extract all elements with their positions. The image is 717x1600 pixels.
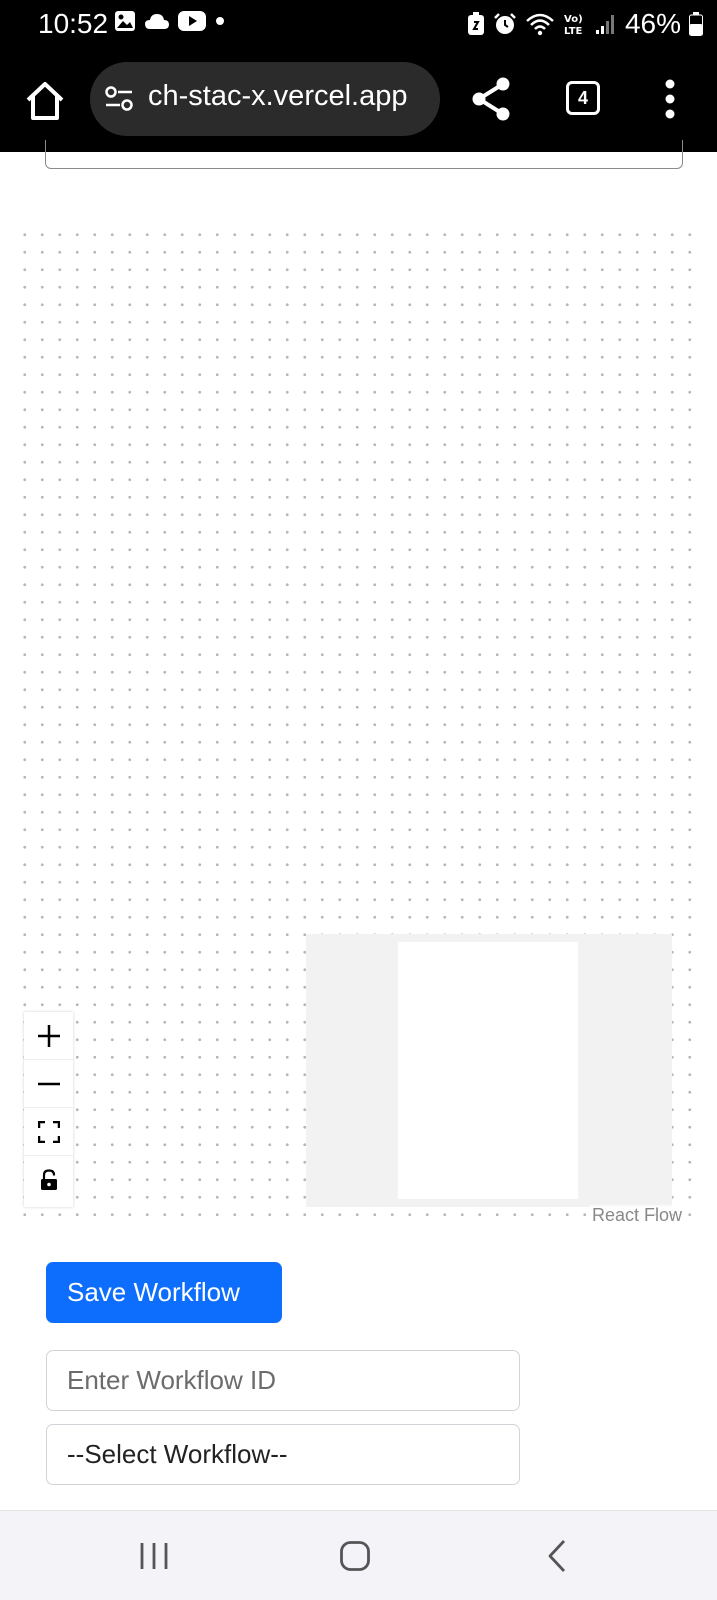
save-workflow-button[interactable]: Save Workflow — [46, 1262, 282, 1323]
workflow-select[interactable]: --Select Workflow-- — [46, 1424, 520, 1485]
url-text: ch-stac-x.vercel.app — [148, 80, 408, 112]
tabs-button[interactable]: 4 — [566, 81, 600, 115]
minus-icon — [37, 1082, 60, 1085]
minimap[interactable] — [306, 934, 672, 1207]
status-time: 10:52 — [38, 8, 109, 39]
zoom-in-button[interactable] — [24, 1012, 73, 1060]
system-nav-bar — [0, 1510, 717, 1600]
plus-icon — [37, 1024, 60, 1047]
workflow-id-input[interactable] — [46, 1350, 520, 1411]
battery-icon — [689, 12, 703, 36]
alarm-icon — [494, 13, 516, 34]
more-vert-icon — [665, 79, 675, 119]
recents-button[interactable] — [138, 1533, 170, 1579]
home-nav-icon — [340, 1541, 370, 1571]
share-icon — [472, 77, 510, 121]
lock-button[interactable] — [24, 1156, 73, 1204]
home-button[interactable] — [22, 78, 68, 124]
zoom-out-button[interactable] — [24, 1060, 73, 1108]
address-bar[interactable]: ch-stac-x.vercel.app — [90, 62, 440, 136]
flow-controls — [24, 1012, 73, 1207]
fit-view-button[interactable] — [24, 1108, 73, 1156]
recents-icon — [140, 1543, 168, 1569]
svg-text:LTE: LTE — [564, 26, 583, 36]
browser-toolbar: ch-stac-x.vercel.app 4 — [0, 48, 717, 152]
workflow-select-value: --Select Workflow-- — [67, 1439, 288, 1469]
fit-view-icon — [37, 1120, 60, 1143]
minimap-viewport[interactable] — [398, 942, 578, 1199]
back-icon — [548, 1540, 566, 1572]
dot-icon — [216, 17, 224, 25]
site-settings-icon[interactable] — [104, 84, 134, 114]
home-nav-button[interactable] — [339, 1533, 371, 1579]
status-left-icons — [114, 10, 226, 32]
react-flow-attribution[interactable]: React Flow — [590, 1205, 685, 1226]
svg-text:Vo): Vo) — [564, 14, 583, 25]
home-icon — [26, 82, 64, 120]
scrolled-field-edge — [45, 140, 683, 169]
youtube-icon — [178, 11, 206, 31]
more-menu-button[interactable] — [660, 76, 680, 122]
gallery-icon — [115, 11, 135, 31]
share-button[interactable] — [468, 74, 514, 124]
status-right-icons: Vo) LTE 46% — [467, 8, 703, 40]
wifi-icon — [526, 13, 554, 36]
signal-icon — [595, 15, 614, 34]
cloud-icon — [145, 14, 169, 29]
back-button[interactable] — [545, 1533, 569, 1579]
status-bar: 10:52 Vo) LTE 46% — [0, 0, 717, 48]
unlock-icon — [40, 1169, 57, 1190]
battery-percent: 46% — [624, 8, 681, 39]
volte-icon: Vo)LTE — [564, 14, 583, 36]
battery-saver-icon — [467, 12, 484, 35]
